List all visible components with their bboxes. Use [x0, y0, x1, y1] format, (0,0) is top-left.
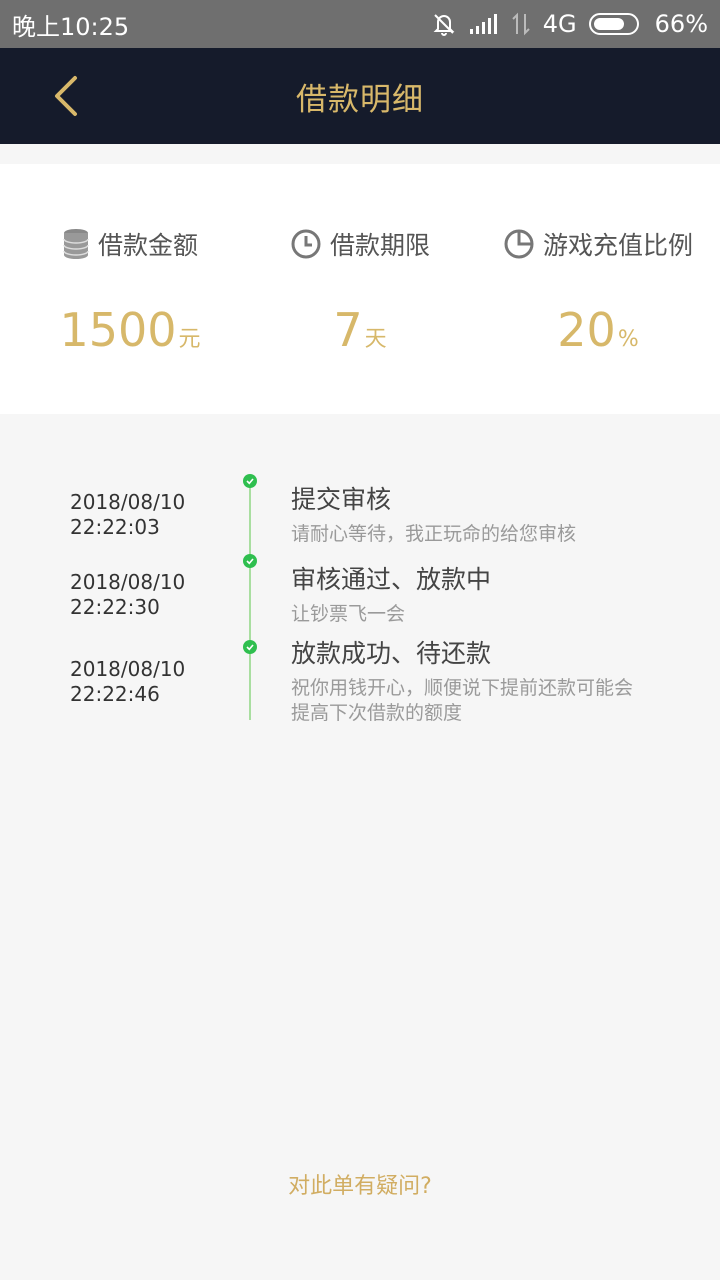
loan-term-unit: 天 [364, 327, 387, 352]
timeline-desc: 请耐心等待，我正玩命的给您审核 [291, 523, 577, 545]
mute-bell-icon [431, 11, 457, 37]
check-icon [243, 554, 257, 568]
page-title: 借款明细 [296, 81, 424, 118]
battery-icon [588, 12, 643, 36]
question-link[interactable]: 对此单有疑问? [0, 1168, 720, 1200]
summary-loan-term: 借款期限 7天 [240, 224, 480, 368]
timeline-time: 22:22:30 [70, 595, 160, 619]
summary-recharge-ratio: 游戏充值比例 20% [478, 224, 718, 368]
chevron-left-icon [55, 76, 77, 116]
loan-amount-unit: 元 [178, 327, 201, 352]
pie-chart-icon [504, 229, 534, 259]
battery-percent: 66% [654, 10, 708, 38]
check-icon [243, 640, 257, 654]
timeline-line [249, 478, 251, 720]
back-button[interactable] [44, 74, 88, 118]
loan-term-value: 7 [333, 303, 363, 357]
loan-amount-value: 1500 [59, 303, 177, 357]
recharge-ratio-unit: % [617, 327, 639, 352]
status-icons: 4G 66% [431, 10, 708, 38]
timeline-title: 放款成功、待还款 [291, 639, 492, 668]
status-bar: 晚上10:25 4G 66% [0, 0, 720, 48]
timeline-time: 22:22:03 [70, 515, 160, 539]
timeline-desc: 让钞票飞一会 [291, 603, 406, 625]
clock-icon [291, 229, 321, 259]
data-transfer-icon [511, 12, 531, 36]
navigation-bar: 借款明细 [0, 48, 720, 144]
summary-loan-amount: 借款金额 1500元 [10, 224, 250, 368]
summary-label: 借款金额 [97, 231, 198, 260]
network-type: 4G [542, 10, 577, 38]
timeline-desc: 祝你用钱开心，顺便说下提前还款可能会提高下次借款的额度 [291, 677, 634, 724]
coins-icon [63, 229, 89, 259]
recharge-ratio-value: 20 [557, 303, 616, 357]
loan-summary-card: 借款金额 1500元 借款期限 7天 游戏充值比例 20% [0, 164, 720, 414]
timeline-title: 提交审核 [291, 485, 392, 514]
timeline-date: 2018/08/10 [70, 657, 186, 681]
signal-icon [469, 13, 499, 35]
timeline-time: 22:22:46 [70, 682, 160, 706]
check-icon [243, 474, 257, 488]
timeline-date: 2018/08/10 [70, 570, 186, 594]
timeline-title: 审核通过、放款中 [291, 565, 492, 594]
timeline-date: 2018/08/10 [70, 490, 186, 514]
status-time: 晚上10:25 [12, 12, 130, 41]
summary-label: 游戏充值比例 [542, 231, 693, 260]
summary-label: 借款期限 [329, 231, 430, 260]
